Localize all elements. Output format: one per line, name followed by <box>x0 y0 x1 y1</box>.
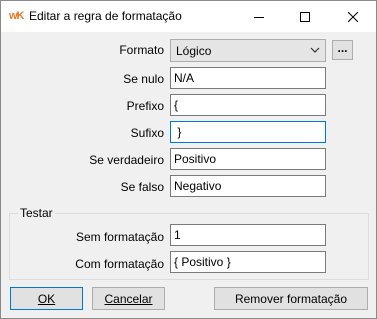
format-options-button[interactable]: ... <box>332 40 353 60</box>
se-nulo-field[interactable]: N/A <box>170 67 326 89</box>
sem-formatacao-field[interactable]: 1 <box>170 224 326 246</box>
maximize-icon <box>300 11 310 22</box>
maximize-button[interactable] <box>282 1 328 32</box>
com-formatacao-field[interactable]: { Positivo } <box>170 251 326 273</box>
se-falso-field[interactable]: Negativo <box>170 175 326 197</box>
format-rule-dialog: wK Editar a regra de formatação Formato … <box>0 0 377 319</box>
prefixo-label: Prefixo <box>126 99 164 113</box>
se-falso-label: Se falso <box>120 180 164 194</box>
se-nulo-label: Se nulo <box>123 72 164 86</box>
ok-button-label: OK <box>37 292 56 306</box>
close-button[interactable] <box>330 1 376 32</box>
prefixo-field[interactable]: { <box>170 94 326 116</box>
close-icon <box>348 11 358 22</box>
ok-button[interactable]: OK <box>10 287 83 310</box>
window-title: Editar a regra de formatação <box>29 9 182 23</box>
title-bar[interactable]: wK Editar a regra de formatação <box>1 1 376 32</box>
minimize-icon <box>254 16 264 18</box>
sufixo-label: Sufixo <box>130 126 164 140</box>
cancel-button-label: Cancelar <box>104 292 153 306</box>
minimize-button[interactable] <box>236 1 282 32</box>
testar-group-title: Testar <box>18 206 55 220</box>
sem-formatacao-label: Sem formatação <box>75 230 164 244</box>
formato-select[interactable]: Lógico <box>170 39 326 62</box>
app-icon: wK <box>9 10 24 22</box>
remove-formatting-button[interactable]: Remover formatação <box>214 287 368 310</box>
com-formatacao-label: Com formatação <box>75 257 164 271</box>
sufixo-field[interactable]: } <box>170 121 326 143</box>
remove-formatting-button-label: Remover formatação <box>234 292 348 306</box>
formato-label: Formato <box>119 43 164 57</box>
se-verdadeiro-field[interactable]: Positivo <box>170 148 326 170</box>
se-verdadeiro-label: Se verdadeiro <box>89 153 164 167</box>
chevron-down-icon <box>310 47 320 53</box>
cancel-button[interactable]: Cancelar <box>92 287 165 310</box>
formato-selected-value: Lógico <box>176 44 212 58</box>
